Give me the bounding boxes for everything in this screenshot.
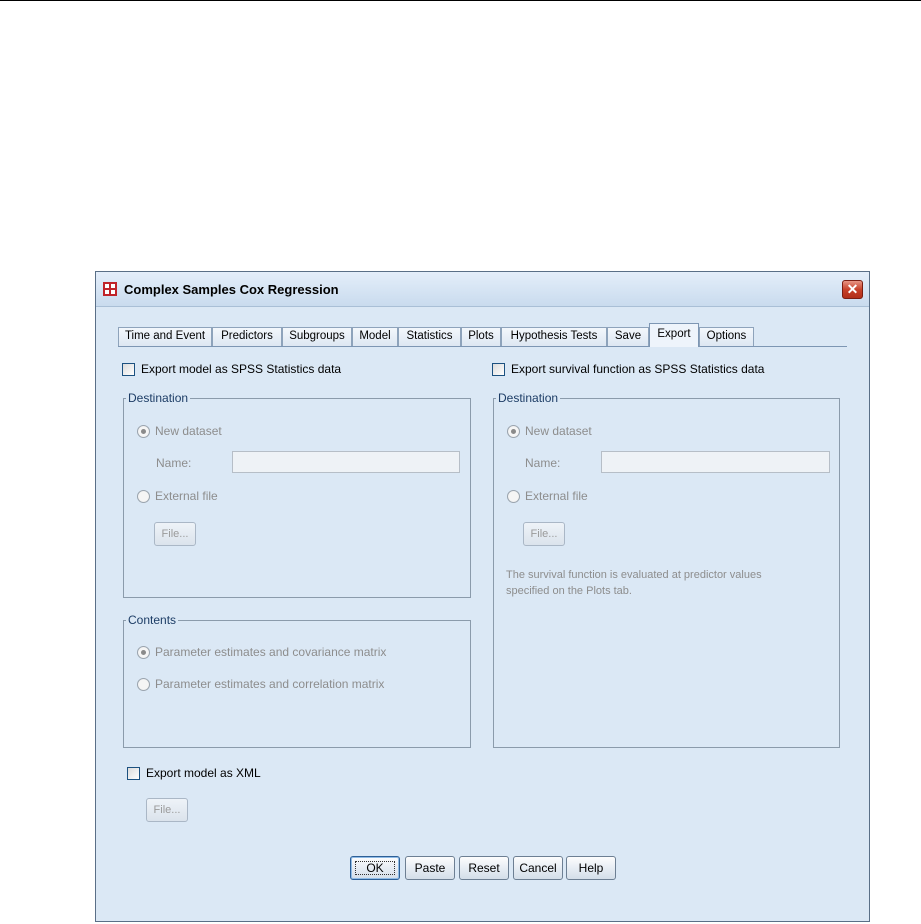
right-new-dataset-label: New dataset (525, 424, 592, 438)
export-survival-spss-checkbox[interactable] (492, 363, 505, 376)
correlation-matrix-radio[interactable] (137, 678, 150, 691)
tab-statistics[interactable]: Statistics (398, 327, 461, 346)
left-new-dataset-label: New dataset (155, 424, 222, 438)
cancel-button[interactable]: Cancel (513, 856, 563, 880)
right-external-file-radio[interactable] (507, 490, 520, 503)
right-new-dataset-radio[interactable] (507, 425, 520, 438)
correlation-matrix-label: Parameter estimates and correlation matr… (155, 677, 385, 691)
close-button[interactable]: ✕ (842, 280, 863, 299)
top-rule (0, 0, 921, 1)
left-new-dataset-radio[interactable] (137, 425, 150, 438)
tab-predictors[interactable]: Predictors (212, 327, 282, 346)
export-model-spss-label: Export model as SPSS Statistics data (141, 362, 342, 376)
contents-title: Contents (126, 613, 179, 627)
tab-model[interactable]: Model (352, 327, 398, 346)
right-external-file-label: External file (525, 489, 588, 503)
xml-file-button[interactable]: File... (146, 798, 188, 822)
left-file-button[interactable]: File... (154, 522, 196, 546)
right-name-input[interactable] (601, 451, 830, 473)
right-destination-title: Destination (496, 391, 561, 405)
tab-plots[interactable]: Plots (461, 327, 501, 346)
focus-rect (355, 861, 395, 875)
tab-panel-top-border (118, 346, 847, 347)
right-file-button[interactable]: File... (523, 522, 565, 546)
covariance-matrix-radio[interactable] (137, 646, 150, 659)
right-destination-group: Destination New dataset Name: External f… (493, 391, 840, 748)
export-xml-checkbox[interactable] (127, 767, 140, 780)
export-xml-label: Export model as XML (146, 766, 261, 780)
tab-options[interactable]: Options (699, 327, 754, 346)
survival-note-line2: specified on the Plots tab. (506, 585, 632, 597)
left-name-input[interactable] (232, 451, 460, 473)
window-title: Complex Samples Cox Regression (124, 282, 339, 297)
reset-button[interactable]: Reset (459, 856, 509, 880)
paste-button[interactable]: Paste (405, 856, 455, 880)
left-destination-group: Destination New dataset Name: External f… (123, 391, 471, 598)
tab-time-and-event[interactable]: Time and Event (118, 327, 212, 346)
title-bar: Complex Samples Cox Regression ✕ (96, 272, 869, 307)
left-external-file-radio[interactable] (137, 490, 150, 503)
close-icon: ✕ (846, 281, 859, 297)
dialog-window: Complex Samples Cox Regression ✕ Time an… (95, 271, 870, 922)
survival-note-line1: The survival function is evaluated at pr… (506, 569, 762, 581)
tab-subgroups[interactable]: Subgroups (282, 327, 352, 346)
tab-hypothesis-tests[interactable]: Hypothesis Tests (501, 327, 607, 346)
contents-group: Contents Parameter estimates and covaria… (123, 613, 471, 748)
left-external-file-label: External file (155, 489, 218, 503)
export-survival-spss-label: Export survival function as SPSS Statist… (511, 362, 765, 376)
ok-button[interactable]: OK (350, 856, 400, 880)
tab-save[interactable]: Save (607, 327, 649, 346)
covariance-matrix-label: Parameter estimates and covariance matri… (155, 645, 387, 659)
help-button[interactable]: Help (566, 856, 616, 880)
left-destination-title: Destination (126, 391, 191, 405)
spss-grid-icon (103, 282, 117, 296)
left-name-label: Name: (156, 456, 192, 470)
right-name-label: Name: (525, 456, 561, 470)
export-model-spss-checkbox[interactable] (122, 363, 135, 376)
tab-export[interactable]: Export (649, 323, 699, 347)
